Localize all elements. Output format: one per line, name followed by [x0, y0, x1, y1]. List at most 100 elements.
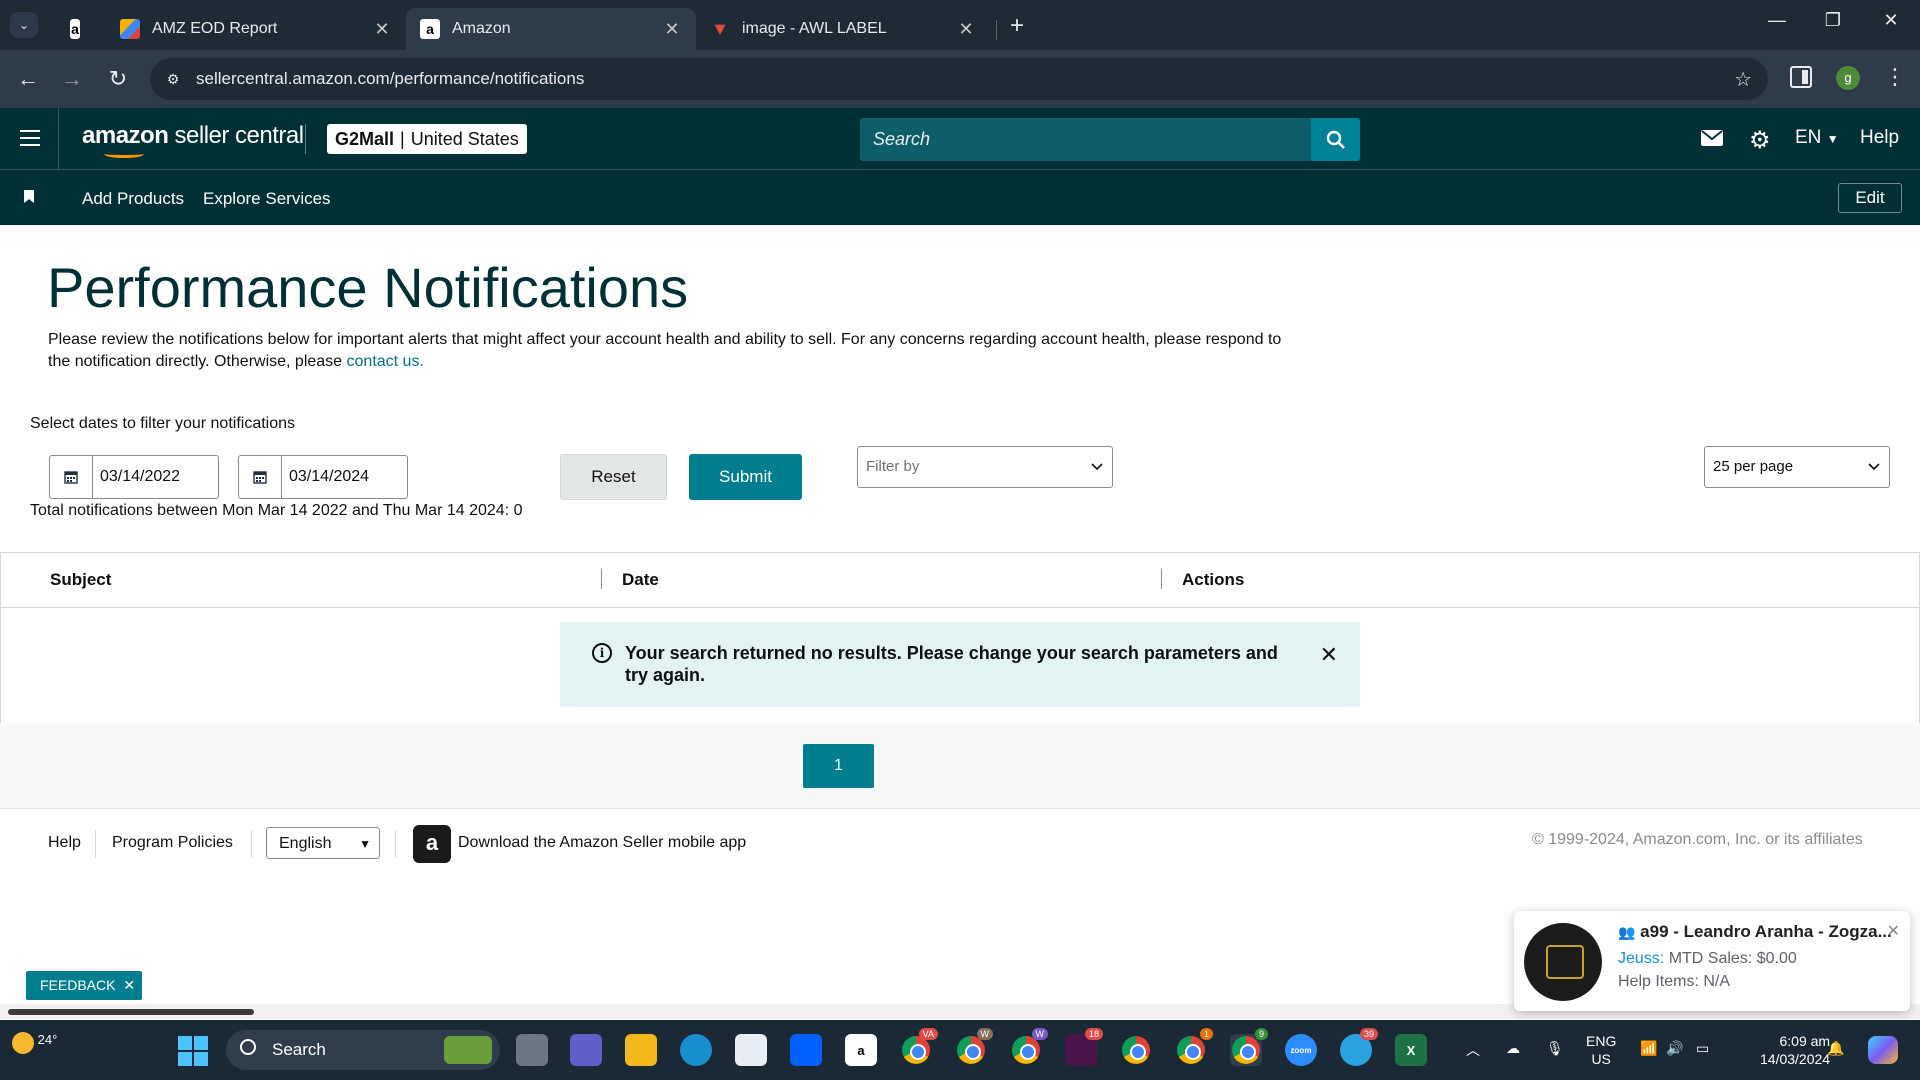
search-input[interactable]: Search [860, 118, 1311, 161]
teams-chat-icon[interactable] [570, 1034, 602, 1066]
battery-icon[interactable]: ▭ [1696, 1040, 1709, 1057]
slack-icon[interactable]: 18 [1065, 1028, 1103, 1066]
restore-icon[interactable]: ❐ [1813, 10, 1853, 31]
column-header-subject[interactable]: Subject [50, 570, 111, 590]
tab-amazon[interactable]: a Amazon ✕ [406, 8, 696, 50]
notification-sender: Jeuss: [1618, 950, 1665, 967]
mail-icon[interactable] [1701, 130, 1723, 151]
search-button[interactable] [1311, 118, 1360, 161]
chrome-icon[interactable]: 1 [1175, 1028, 1213, 1066]
weather-widget[interactable]: 24° [12, 1032, 57, 1054]
notification-bell-icon[interactable]: 🔔 [1827, 1040, 1844, 1057]
program-policies-link[interactable]: Program Policies [112, 834, 233, 852]
hamburger-menu-icon[interactable] [20, 130, 40, 146]
forward-icon[interactable]: → [57, 66, 87, 92]
tab-amz-eod-report[interactable]: AMZ EOD Report ✕ [106, 8, 406, 50]
file-explorer-icon[interactable] [625, 1034, 657, 1066]
caret-down-icon: ▼ [1826, 132, 1839, 146]
bookmark-icon[interactable] [24, 190, 34, 203]
download-app-link[interactable]: Download the Amazon Seller mobile app [458, 834, 746, 852]
reset-button[interactable]: Reset [560, 454, 667, 500]
amazon-app-icon[interactable]: a [845, 1034, 877, 1066]
wifi-icon[interactable]: 📶 [1640, 1040, 1657, 1057]
telegram-icon[interactable]: 39 [1340, 1028, 1378, 1066]
settings-gear-icon[interactable]: ⚙ [1749, 126, 1771, 155]
tab-awl-label[interactable]: ▼ image - AWL LABEL ✕ [696, 8, 990, 50]
amazon-seller-app-icon[interactable]: a [413, 825, 451, 863]
volume-icon[interactable]: 🔊 [1666, 1040, 1683, 1057]
windows-start-icon[interactable] [178, 1036, 208, 1066]
close-icon[interactable]: ✕ [123, 977, 135, 993]
side-panel-icon[interactable] [1790, 66, 1812, 88]
close-icon[interactable]: ✕ [662, 19, 682, 40]
desktop-notification[interactable]: 👥 a99 - Leandro Aranha - Zogza... Jeuss:… [1514, 911, 1910, 1011]
chrome-icon[interactable]: VA [900, 1028, 938, 1066]
submit-button[interactable]: Submit [689, 454, 802, 500]
dropbox-icon[interactable] [790, 1034, 822, 1066]
system-clock[interactable]: 6:09 am 14/03/2024 [1760, 1032, 1830, 1068]
contact-us-link[interactable]: contact us. [347, 353, 424, 370]
nav-explore-services[interactable]: Explore Services [203, 189, 331, 209]
url-text[interactable]: sellercentral.amazon.com/performance/not… [196, 69, 584, 89]
date-to-field[interactable]: 03/14/2024 [238, 455, 408, 499]
sender-avatar [1524, 923, 1602, 1001]
footer-language-select[interactable]: English ▼ [266, 827, 380, 859]
copyright-text: © 1999-2024, Amazon.com, Inc. or its aff… [1532, 831, 1863, 848]
new-tab-icon[interactable]: + [1003, 12, 1031, 40]
site-info-icon[interactable]: ⚙ [162, 68, 184, 90]
excel-icon[interactable]: X [1395, 1034, 1427, 1066]
omnibox[interactable]: ⚙ sellercentral.amazon.com/performance/n… [150, 58, 1768, 100]
calendar-icon[interactable] [50, 456, 93, 498]
seller-central-logo[interactable]: amazon seller central [82, 122, 304, 158]
language-selector[interactable]: EN ▼ [1795, 127, 1839, 149]
edit-bookmarks-button[interactable]: Edit [1838, 183, 1902, 213]
close-icon[interactable]: ✕ [1887, 921, 1900, 941]
edge-browser-icon[interactable] [680, 1034, 712, 1066]
tab-search-button[interactable]: ⌄ [10, 12, 38, 38]
reload-icon[interactable]: ↻ [103, 66, 133, 92]
header-help-link[interactable]: Help [1860, 127, 1899, 149]
footer-divider [395, 830, 396, 858]
browser-menu-icon[interactable]: ⋮ [1884, 64, 1906, 90]
close-icon[interactable]: ✕ [372, 19, 392, 40]
microsoft-store-icon[interactable] [735, 1034, 767, 1066]
close-icon[interactable]: ✕ [956, 19, 976, 40]
date-from-field[interactable]: 03/14/2022 [49, 455, 219, 499]
calendar-icon[interactable] [239, 456, 282, 498]
store-separator: | [400, 128, 405, 149]
chrome-badge: W [976, 1028, 993, 1040]
zoom-icon[interactable]: zoom [1285, 1034, 1317, 1066]
taskbar-search[interactable]: Search [226, 1030, 500, 1070]
bookmark-star-icon[interactable]: ☆ [1734, 67, 1752, 92]
task-view-icon[interactable] [516, 1034, 548, 1066]
chrome-icon[interactable]: W [1010, 1028, 1048, 1066]
store-selector[interactable]: G2Mall | United States [327, 124, 527, 154]
show-hidden-icons-chevron[interactable]: ︿ [1466, 1040, 1480, 1060]
filter-by-select[interactable]: Filter by [857, 446, 1113, 488]
chrome-icon[interactable] [1120, 1034, 1152, 1066]
footer-help-link[interactable]: Help [48, 834, 81, 852]
column-header-date[interactable]: Date [622, 570, 659, 590]
back-icon[interactable]: ← [13, 66, 43, 92]
chrome-icon[interactable]: W [955, 1028, 993, 1066]
per-page-select[interactable]: 25 per page [1704, 446, 1890, 488]
input-language-indicator[interactable]: ENG US [1586, 1032, 1616, 1068]
feedback-button[interactable]: FEEDBACK ✕ [26, 971, 142, 1000]
notification-title-text: a99 - Leandro Aranha - Zogza... [1640, 922, 1892, 941]
onedrive-icon[interactable]: ☁ [1506, 1040, 1520, 1057]
label-icon: ▼ [711, 18, 729, 39]
scrollbar-thumb[interactable] [8, 1009, 254, 1015]
lang-top: ENG [1586, 1033, 1617, 1049]
nav-add-products[interactable]: Add Products [82, 189, 184, 209]
dismiss-alert-icon[interactable]: ✕ [1320, 642, 1338, 668]
microphone-icon[interactable]: 🎙 [1546, 1040, 1564, 1057]
copilot-icon[interactable] [1868, 1036, 1898, 1064]
page-1-button[interactable]: 1 [803, 744, 874, 788]
alert-message: Your search returned no results. Please … [625, 643, 1278, 685]
profile-avatar[interactable]: g [1836, 66, 1860, 90]
tab-label: AMZ EOD Report [152, 20, 278, 37]
window-close-icon[interactable]: ✕ [1871, 10, 1911, 31]
minimize-icon[interactable]: — [1757, 10, 1797, 31]
chrome-icon-active[interactable]: 9 [1230, 1028, 1268, 1066]
pinned-tab-amazon[interactable]: a [56, 8, 106, 50]
